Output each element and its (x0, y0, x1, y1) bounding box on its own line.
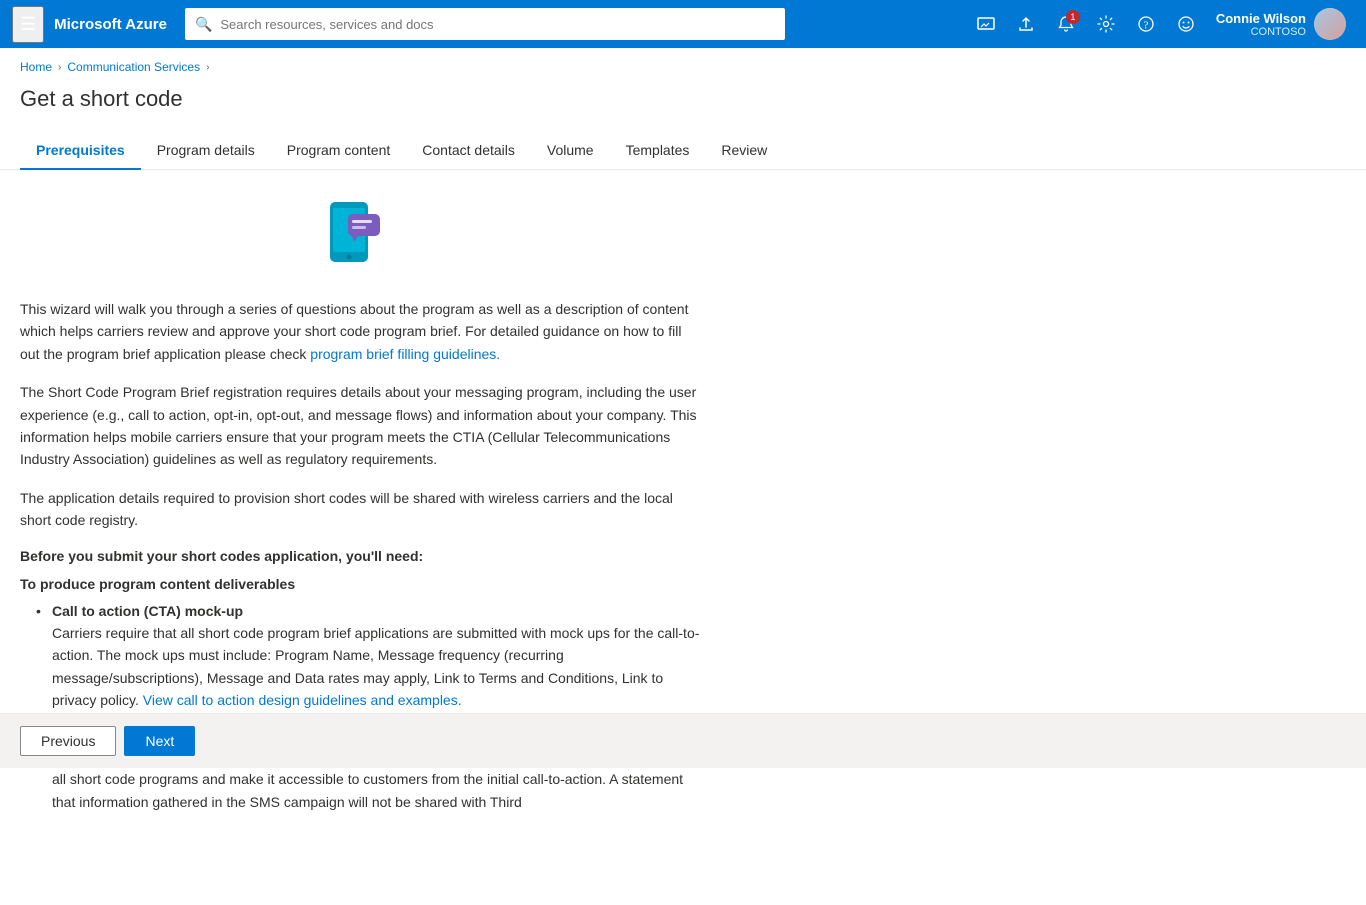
breadcrumb-separator-2: › (206, 62, 209, 73)
breadcrumb-home[interactable]: Home (20, 60, 52, 74)
bottom-bar: Previous Next (0, 713, 1366, 768)
upload-button[interactable] (1008, 6, 1044, 42)
search-input[interactable] (220, 17, 775, 32)
requirements-list: Call to action (CTA) mock-up Carriers re… (36, 600, 700, 814)
search-bar: 🔍 (185, 8, 785, 40)
avatar (1314, 8, 1346, 40)
svg-text:?: ? (1143, 20, 1148, 32)
tab-program-details[interactable]: Program details (141, 132, 271, 170)
illustration (20, 194, 700, 274)
bullet-1-title: Call to action (CTA) mock-up (52, 603, 243, 619)
tab-volume[interactable]: Volume (531, 132, 610, 170)
program-brief-link[interactable]: program brief filling guidelines. (310, 346, 500, 362)
user-org: CONTOSO (1216, 26, 1306, 38)
tab-prerequisites[interactable]: Prerequisites (20, 132, 141, 170)
sharing-paragraph: The application details required to prov… (20, 487, 700, 532)
breadcrumb-separator-1: › (58, 62, 61, 73)
previous-button[interactable]: Previous (20, 726, 116, 756)
notification-count: 1 (1066, 10, 1080, 24)
page-container: Home › Communication Services › Get a sh… (0, 48, 1366, 905)
next-button[interactable]: Next (124, 726, 195, 756)
page-title: Get a short code (0, 80, 1366, 132)
list-item: Call to action (CTA) mock-up Carriers re… (36, 600, 700, 712)
azure-logo: Microsoft Azure (54, 16, 167, 33)
help-button[interactable]: ? (1128, 6, 1164, 42)
breadcrumb: Home › Communication Services › (0, 48, 1366, 80)
section-heading: Before you submit your short codes appli… (20, 548, 700, 564)
intro-paragraph: This wizard will walk you through a seri… (20, 298, 700, 365)
user-menu[interactable]: Connie Wilson CONTOSO (1208, 4, 1354, 44)
notifications-button[interactable]: 1 (1048, 6, 1084, 42)
ctia-paragraph: The Short Code Program Brief registratio… (20, 381, 700, 471)
tab-program-content[interactable]: Program content (271, 132, 407, 170)
messaging-illustration (320, 194, 400, 274)
main-content: This wizard will walk you through a seri… (0, 170, 720, 905)
tab-templates[interactable]: Templates (610, 132, 706, 170)
top-navigation: ☰ Microsoft Azure 🔍 1 ? Connie Wilson CO… (0, 0, 1366, 48)
cloud-shell-button[interactable] (968, 6, 1004, 42)
topnav-actions: 1 ? Connie Wilson CONTOSO (968, 4, 1354, 44)
avatar-image (1314, 8, 1346, 40)
user-info: Connie Wilson CONTOSO (1216, 11, 1306, 38)
tab-review[interactable]: Review (705, 132, 783, 170)
settings-button[interactable] (1088, 6, 1124, 42)
search-icon: 🔍 (195, 16, 212, 33)
cta-guidelines-link[interactable]: View call to action design guidelines an… (143, 692, 462, 708)
user-name: Connie Wilson (1216, 11, 1306, 26)
hamburger-menu-button[interactable]: ☰ (12, 6, 44, 43)
breadcrumb-communication-services[interactable]: Communication Services (67, 60, 200, 74)
sub-heading: To produce program content deliverables (20, 576, 700, 592)
feedback-button[interactable] (1168, 6, 1204, 42)
tabs-container: Prerequisites Program details Program co… (0, 132, 1366, 170)
tab-contact-details[interactable]: Contact details (406, 132, 531, 170)
